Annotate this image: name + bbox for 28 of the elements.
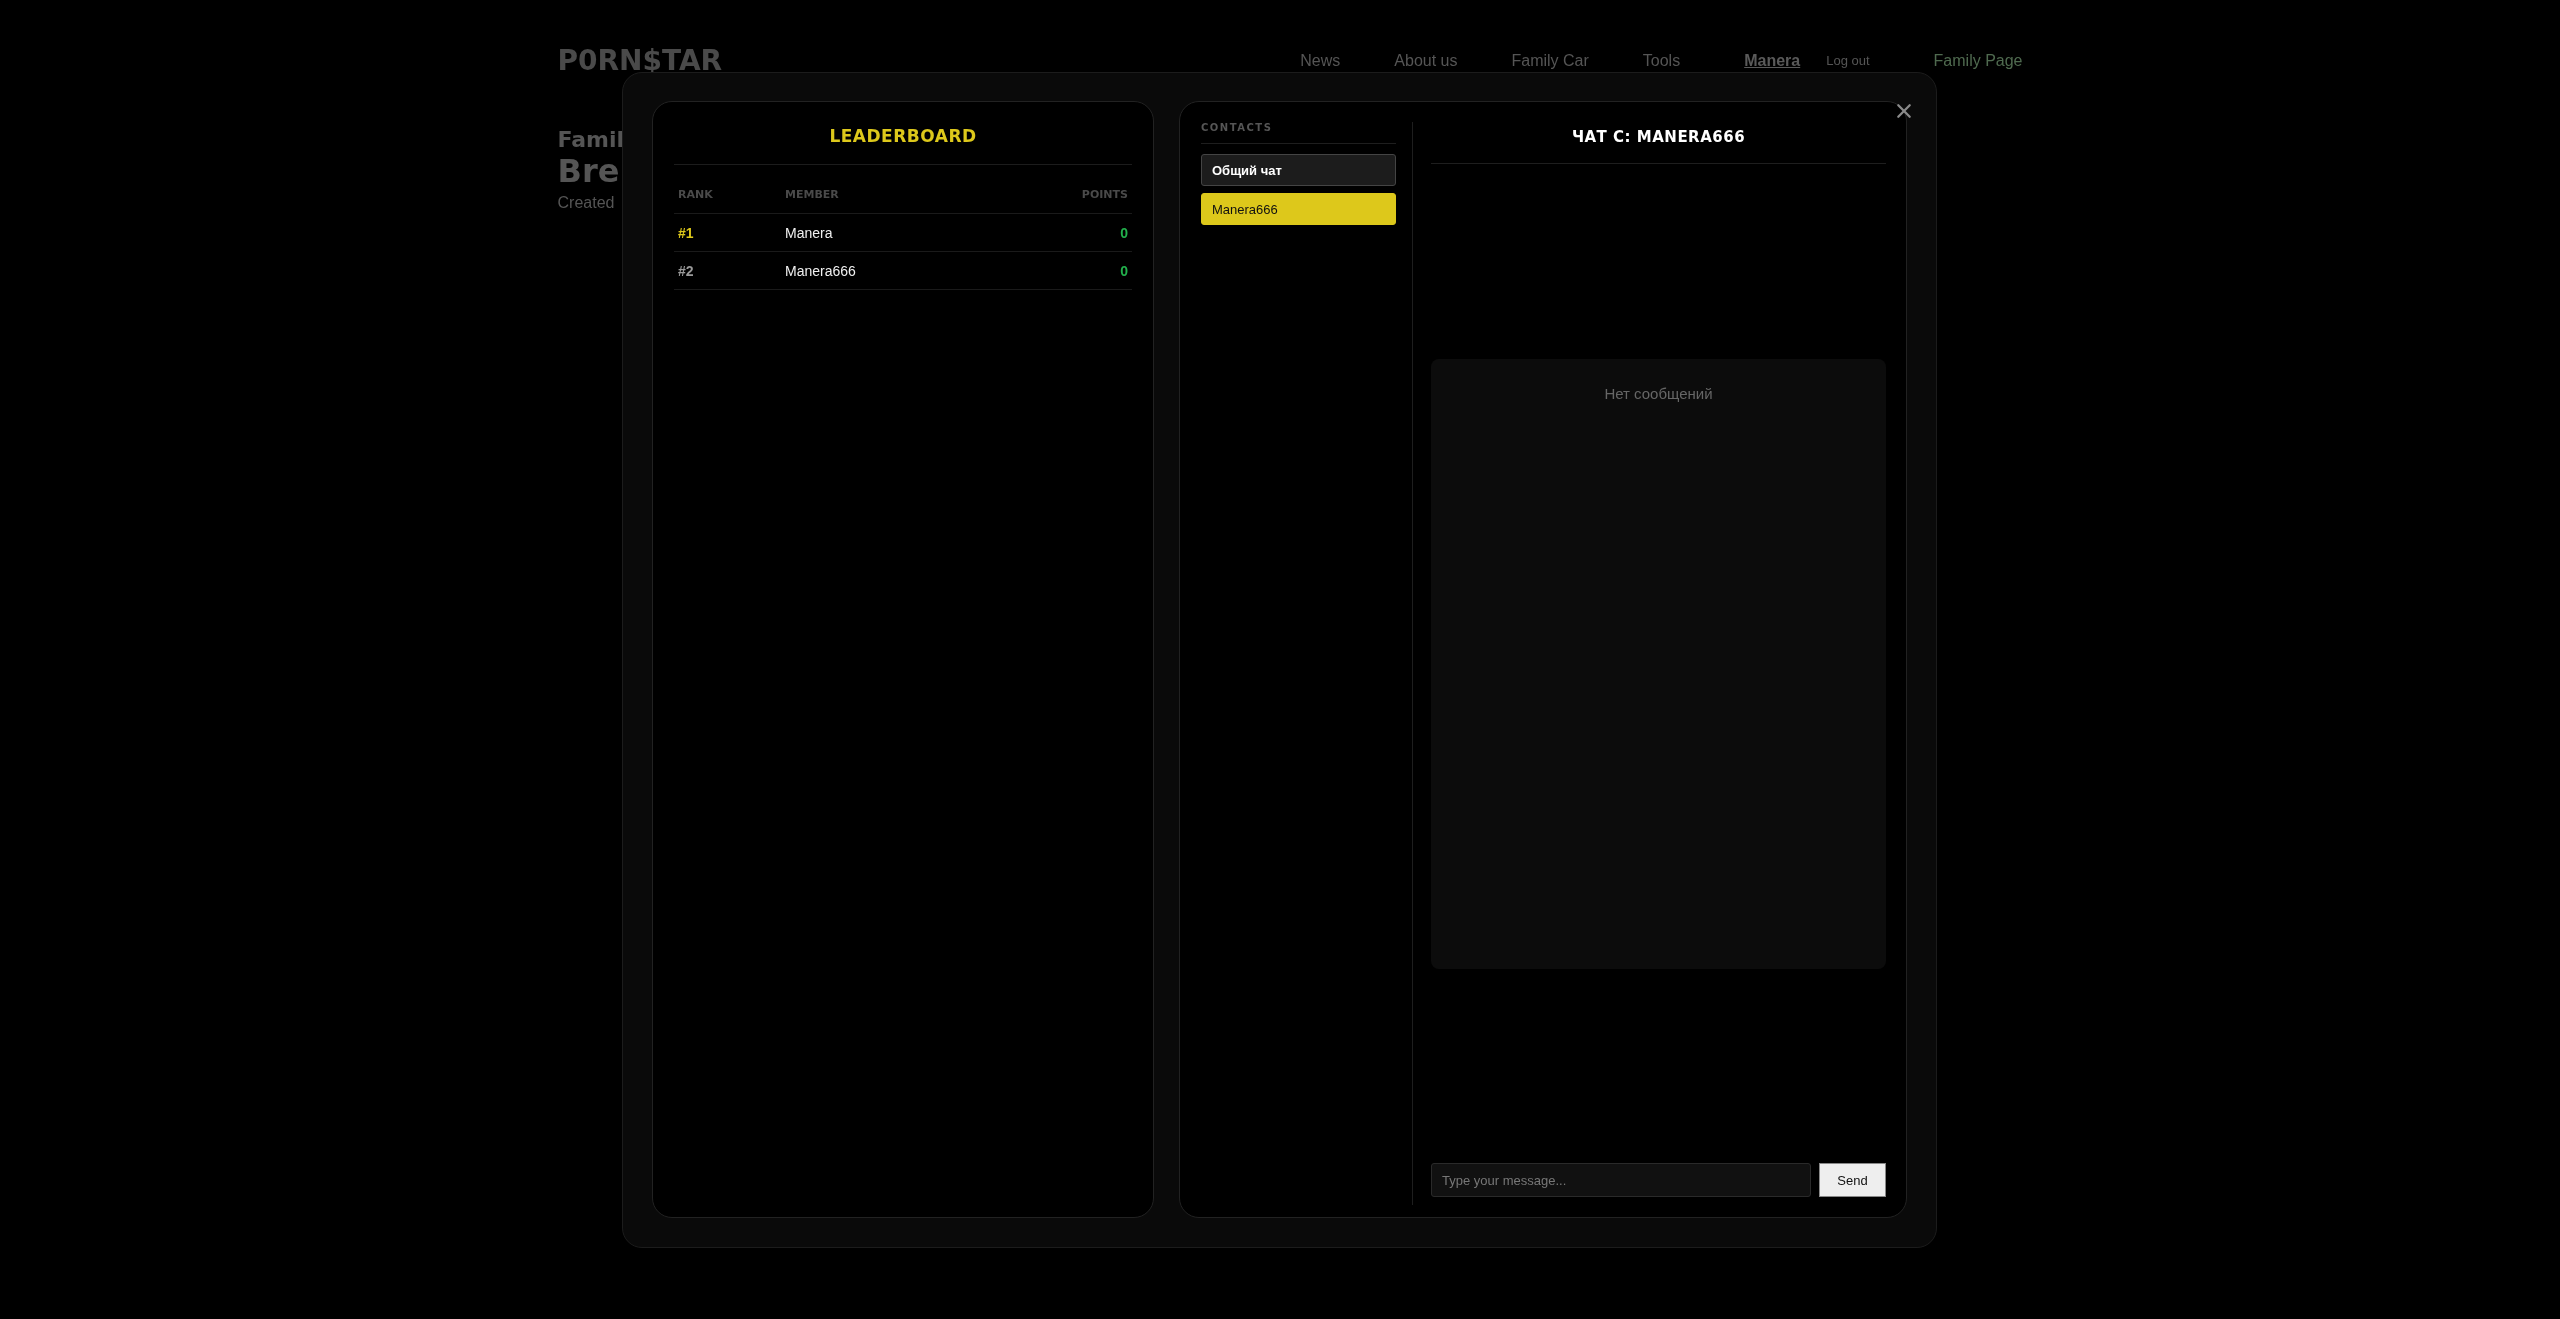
- member-cell-text: Manera666: [785, 262, 857, 279]
- contact-item[interactable]: Общий чат: [1201, 154, 1396, 186]
- points-cell: 0: [1120, 262, 1128, 279]
- contacts-label: CONTACTS: [1201, 122, 1396, 144]
- send-button[interactable]: Send: [1819, 1163, 1886, 1197]
- close-icon[interactable]: [1896, 103, 1912, 119]
- message-field[interactable]: Type your message...: [1431, 1163, 1811, 1197]
- nav-link[interactable]: News: [1300, 51, 1341, 70]
- column-header: RANK: [678, 187, 714, 201]
- chat-title: ЧАТ С: MANERA666: [1431, 122, 1886, 164]
- column-header: MEMBER: [785, 187, 840, 201]
- nav-link[interactable]: Family Car: [1511, 51, 1589, 70]
- points-cell: 0: [1120, 224, 1128, 241]
- rank-cell-text: #1: [678, 224, 695, 241]
- column-header: POINTS: [1081, 187, 1128, 201]
- nav-link[interactable]: About us: [1394, 51, 1458, 70]
- member-cell-text: Manera: [785, 224, 834, 241]
- created-text: Created: [557, 194, 615, 212]
- page-title: Bre: [557, 152, 620, 190]
- empty-message-text: Нет сообщений: [1604, 384, 1713, 402]
- nav-link[interactable]: Log out: [1826, 53, 1870, 68]
- contact-item[interactable]: Manera666: [1201, 193, 1396, 225]
- nav-link[interactable]: Family Page: [1933, 51, 2023, 70]
- page-heading: Famil: [557, 127, 625, 152]
- rank-cell-text: #2: [678, 262, 695, 279]
- nav-link[interactable]: Manera: [1744, 51, 1801, 70]
- leaderboard-title: LEADERBOARD: [674, 102, 1132, 165]
- nav-link[interactable]: Tools: [1642, 51, 1681, 70]
